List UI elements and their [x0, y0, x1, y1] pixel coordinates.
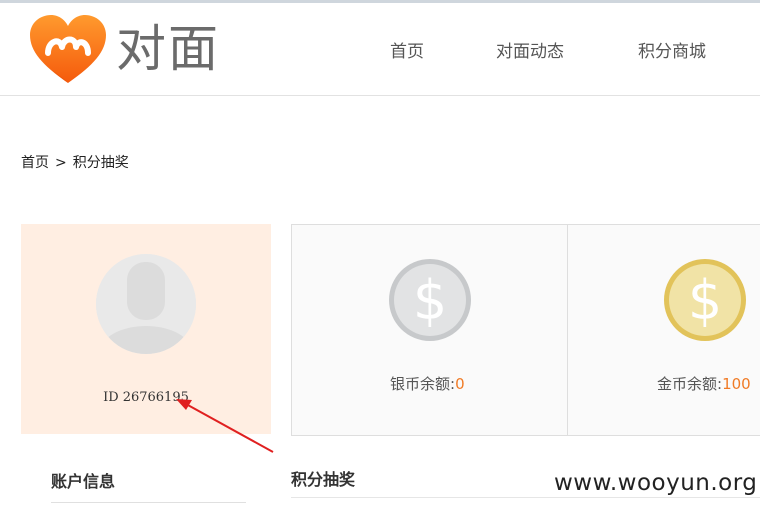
lottery-divider: [291, 497, 760, 498]
gold-balance-label: 金币余额:: [657, 375, 723, 393]
silver-balance-label: 银币余额:: [390, 375, 456, 393]
coin-balance-panel: $ 银币余额:0 $ 金币余额:100: [291, 224, 760, 436]
logo-text: 对面: [116, 20, 220, 78]
breadcrumb-current: 积分抽奖: [72, 155, 129, 171]
svg-text:$: $: [688, 269, 722, 332]
gold-balance: 金币余额:100: [657, 373, 751, 394]
site-header: 对面 首页 对面动态 积分商城: [0, 3, 760, 96]
account-info-divider: [51, 502, 246, 503]
user-id: ID 26766195: [21, 390, 271, 405]
breadcrumb: 首页 > 积分抽奖: [21, 152, 129, 172]
gold-coin-cell: $ 金币余额:100: [568, 225, 760, 435]
nav-home[interactable]: 首页: [390, 37, 424, 62]
gold-coin-icon: $: [664, 259, 746, 341]
silver-coin-icon: $: [389, 259, 471, 341]
default-avatar-icon: [96, 254, 196, 354]
gold-balance-value: 100: [722, 375, 751, 393]
user-id-value: 26766195: [122, 390, 189, 405]
heart-logo-icon: [30, 15, 106, 83]
breadcrumb-home-link[interactable]: 首页: [21, 155, 49, 171]
breadcrumb-separator: >: [55, 155, 67, 171]
silver-balance-value: 0: [455, 375, 465, 393]
nav-dynamics[interactable]: 对面动态: [496, 37, 564, 62]
watermark: www.wooyun.org: [554, 470, 758, 496]
silver-balance: 银币余额:0: [390, 373, 465, 394]
account-info-heading[interactable]: 账户信息: [51, 468, 115, 492]
site-logo[interactable]: 对面: [28, 15, 248, 87]
nav-points-mall[interactable]: 积分商城: [638, 37, 706, 62]
user-id-label: ID: [103, 390, 119, 405]
silver-coin-cell: $ 银币余额:0: [292, 225, 568, 435]
lottery-heading: 积分抽奖: [291, 470, 356, 489]
avatar[interactable]: [96, 254, 196, 354]
svg-text:$: $: [413, 269, 447, 332]
profile-card: ID 26766195: [21, 224, 271, 434]
